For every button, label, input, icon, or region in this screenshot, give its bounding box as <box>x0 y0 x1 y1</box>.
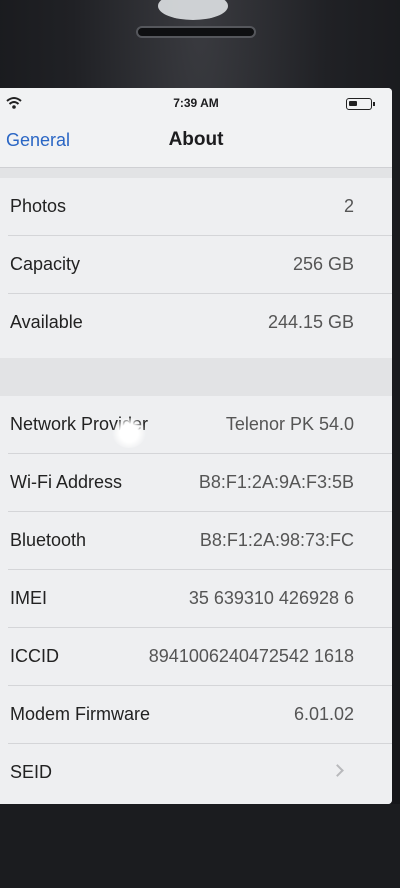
list-item-modem-firmware: Modem Firmware 6.01.02 <box>8 686 392 744</box>
list-item-wifi-address: Wi-Fi Address B8:F1:2A:9A:F3:5B <box>8 454 392 512</box>
row-label: Bluetooth <box>10 530 87 550</box>
list-item-imei: IMEI 35 639310 426928 6 <box>8 570 392 628</box>
row-label: ICCID <box>10 646 59 666</box>
row-label: SEID <box>10 762 53 782</box>
row-value: 6.01.02 <box>293 704 354 724</box>
navigation-bar: General About <box>0 118 392 168</box>
section-gap <box>0 358 392 396</box>
row-value: 2 <box>343 196 354 216</box>
row-value: B8:F1:2A:9A:F3:5B <box>198 472 354 492</box>
list-item-capacity: Capacity 256 GB <box>8 236 392 294</box>
network-section: Network Provider Telenor PK 54.0 Wi-Fi A… <box>0 396 392 804</box>
page-title: About <box>168 129 224 150</box>
row-value: B8:F1:2A:98:73:FC <box>199 530 354 550</box>
screen: 7:39 AM General About Photos 2 Capacity … <box>0 88 392 804</box>
row-value: 256 GB <box>292 254 354 274</box>
row-value: 244.15 GB <box>267 312 354 332</box>
row-value: 8941006240472542 1618 <box>148 646 354 666</box>
phone-frame: 7:39 AM General About Photos 2 Capacity … <box>0 0 400 888</box>
row-value: 35 639310 426928 6 <box>188 588 354 608</box>
list-item-network-provider: Network Provider Telenor PK 54.0 <box>8 396 392 454</box>
status-bar: 7:39 AM <box>0 88 392 118</box>
bottom-bezel <box>0 804 400 888</box>
row-label: Available <box>10 312 83 332</box>
storage-section: Photos 2 Capacity 256 GB Available 244.1… <box>0 178 392 358</box>
row-label: Modem Firmware <box>10 704 151 724</box>
row-label: Capacity <box>10 254 81 274</box>
battery-icon <box>346 98 375 110</box>
row-label: Wi-Fi Address <box>10 472 123 492</box>
section-gap <box>0 168 392 178</box>
list-item-iccid: ICCID 8941006240472542 1618 <box>8 628 392 686</box>
row-label: Photos <box>10 196 67 216</box>
list-item-available: Available 244.15 GB <box>8 294 392 352</box>
status-time: 7:39 AM <box>173 96 219 110</box>
earpiece-speaker <box>136 26 256 38</box>
row-value: Telenor PK 54.0 <box>225 414 354 434</box>
list-item-bluetooth: Bluetooth B8:F1:2A:98:73:FC <box>8 512 392 570</box>
chevron-right-icon <box>331 764 344 777</box>
row-label: IMEI <box>10 588 48 608</box>
list-item-seid[interactable]: SEID <box>8 744 392 802</box>
camera-glare <box>158 0 228 20</box>
screen-glare <box>112 418 146 448</box>
list-item-photos: Photos 2 <box>8 178 392 236</box>
